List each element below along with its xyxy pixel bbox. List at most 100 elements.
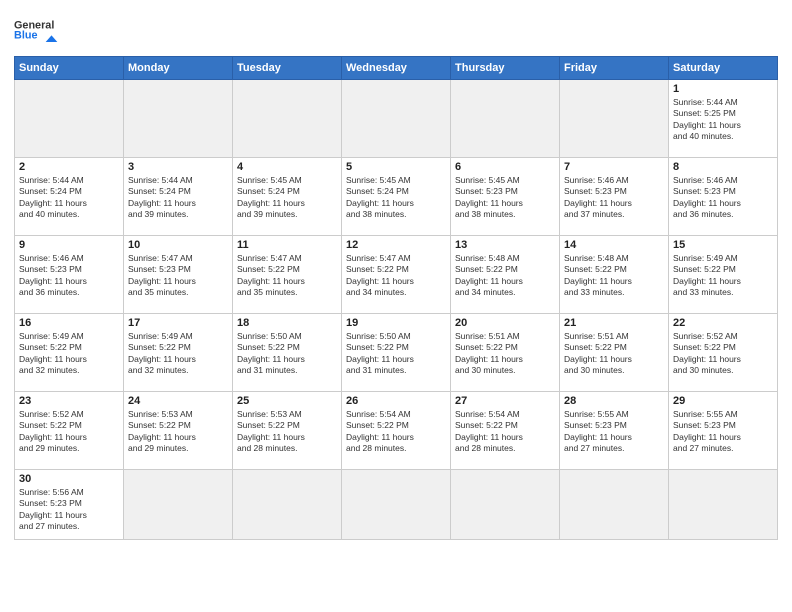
- header: General Blue: [14, 10, 778, 50]
- day-cell-1: 1 Sunrise: 5:44 AM Sunset: 5:25 PM Daylig…: [669, 80, 778, 158]
- day-number: 14: [564, 239, 664, 251]
- day-number: 7: [564, 161, 664, 173]
- day-info: Sunrise: 5:46 AM Sunset: 5:23 PM Dayligh…: [564, 175, 664, 221]
- day-number: 3: [128, 161, 228, 173]
- empty-cell: [342, 80, 451, 158]
- day-cell-13: 13 Sunrise: 5:48 AM Sunset: 5:22 PM Dayli…: [451, 236, 560, 314]
- day-info: Sunrise: 5:52 AM Sunset: 5:22 PM Dayligh…: [673, 331, 773, 377]
- day-number: 6: [455, 161, 555, 173]
- day-number: 29: [673, 395, 773, 407]
- day-info: Sunrise: 5:45 AM Sunset: 5:24 PM Dayligh…: [346, 175, 446, 221]
- day-number: 1: [673, 83, 773, 95]
- day-cell-3: 3 Sunrise: 5:44 AM Sunset: 5:24 PM Daylig…: [124, 158, 233, 236]
- day-cell-14: 14 Sunrise: 5:48 AM Sunset: 5:22 PM Dayli…: [560, 236, 669, 314]
- weekday-header-row: SundayMondayTuesdayWednesdayThursdayFrid…: [15, 57, 778, 80]
- day-number: 17: [128, 317, 228, 329]
- empty-cell: [124, 470, 233, 540]
- day-info: Sunrise: 5:47 AM Sunset: 5:23 PM Dayligh…: [128, 253, 228, 299]
- day-cell-22: 22Sunrise: 5:52 AM Sunset: 5:22 PM Dayli…: [669, 314, 778, 392]
- day-info: Sunrise: 5:51 AM Sunset: 5:22 PM Dayligh…: [564, 331, 664, 377]
- day-cell-16: 16 Sunrise: 5:49 AM Sunset: 5:22 PM Dayli…: [15, 314, 124, 392]
- svg-text:Blue: Blue: [14, 30, 37, 42]
- day-info: Sunrise: 5:48 AM Sunset: 5:22 PM Dayligh…: [455, 253, 555, 299]
- day-info: Sunrise: 5:45 AM Sunset: 5:24 PM Dayligh…: [237, 175, 337, 221]
- day-info: Sunrise: 5:53 AM Sunset: 5:22 PM Dayligh…: [128, 409, 228, 455]
- day-info: Sunrise: 5:51 AM Sunset: 5:22 PM Dayligh…: [455, 331, 555, 377]
- weekday-sunday: Sunday: [15, 57, 124, 80]
- day-number: 4: [237, 161, 337, 173]
- day-number: 24: [128, 395, 228, 407]
- day-cell-29: 29 Sunrise: 5:55 AM Sunset: 5:23 PM Dayli…: [669, 392, 778, 470]
- logo: General Blue: [14, 10, 64, 50]
- day-info: Sunrise: 5:55 AM Sunset: 5:23 PM Dayligh…: [673, 409, 773, 455]
- week-row-6: 30Sunrise: 5:56 AM Sunset: 5:23 PM Dayli…: [15, 470, 778, 540]
- day-cell-20: 20 Sunrise: 5:51 AM Sunset: 5:22 PM Dayli…: [451, 314, 560, 392]
- weekday-saturday: Saturday: [669, 57, 778, 80]
- day-number: 10: [128, 239, 228, 251]
- day-info: Sunrise: 5:49 AM Sunset: 5:22 PM Dayligh…: [673, 253, 773, 299]
- week-row-3: 9 Sunrise: 5:46 AM Sunset: 5:23 PM Daylig…: [15, 236, 778, 314]
- weekday-thursday: Thursday: [451, 57, 560, 80]
- day-cell-17: 17 Sunrise: 5:49 AM Sunset: 5:22 PM Dayli…: [124, 314, 233, 392]
- day-number: 13: [455, 239, 555, 251]
- day-cell-7: 7 Sunrise: 5:46 AM Sunset: 5:23 PM Daylig…: [560, 158, 669, 236]
- day-info: Sunrise: 5:45 AM Sunset: 5:23 PM Dayligh…: [455, 175, 555, 221]
- day-number: 23: [19, 395, 119, 407]
- week-row-4: 16 Sunrise: 5:49 AM Sunset: 5:22 PM Dayli…: [15, 314, 778, 392]
- day-cell-26: 26 Sunrise: 5:54 AM Sunset: 5:22 PM Dayli…: [342, 392, 451, 470]
- empty-cell: [233, 80, 342, 158]
- day-number: 18: [237, 317, 337, 329]
- day-info: Sunrise: 5:47 AM Sunset: 5:22 PM Dayligh…: [346, 253, 446, 299]
- logo-icon: General Blue: [14, 14, 64, 50]
- week-row-5: 23 Sunrise: 5:52 AM Sunset: 5:22 PM Dayli…: [15, 392, 778, 470]
- page: General Blue SundayMondayTuesdayWednesda…: [0, 0, 792, 612]
- empty-cell: [451, 470, 560, 540]
- day-info: Sunrise: 5:46 AM Sunset: 5:23 PM Dayligh…: [19, 253, 119, 299]
- day-cell-25: 25Sunrise: 5:53 AM Sunset: 5:22 PM Dayli…: [233, 392, 342, 470]
- day-number: 21: [564, 317, 664, 329]
- day-number: 26: [346, 395, 446, 407]
- day-info: Sunrise: 5:52 AM Sunset: 5:22 PM Dayligh…: [19, 409, 119, 455]
- day-cell-12: 12Sunrise: 5:47 AM Sunset: 5:22 PM Dayli…: [342, 236, 451, 314]
- day-cell-2: 2 Sunrise: 5:44 AM Sunset: 5:24 PM Daylig…: [15, 158, 124, 236]
- empty-cell: [124, 80, 233, 158]
- day-cell-9: 9 Sunrise: 5:46 AM Sunset: 5:23 PM Daylig…: [15, 236, 124, 314]
- day-cell-27: 27Sunrise: 5:54 AM Sunset: 5:22 PM Dayli…: [451, 392, 560, 470]
- day-info: Sunrise: 5:50 AM Sunset: 5:22 PM Dayligh…: [237, 331, 337, 377]
- day-cell-19: 19 Sunrise: 5:50 AM Sunset: 5:22 PM Dayli…: [342, 314, 451, 392]
- weekday-friday: Friday: [560, 57, 669, 80]
- empty-cell: [15, 80, 124, 158]
- empty-cell: [451, 80, 560, 158]
- day-info: Sunrise: 5:48 AM Sunset: 5:22 PM Dayligh…: [564, 253, 664, 299]
- day-number: 5: [346, 161, 446, 173]
- day-cell-4: 4 Sunrise: 5:45 AM Sunset: 5:24 PM Daylig…: [233, 158, 342, 236]
- day-info: Sunrise: 5:54 AM Sunset: 5:22 PM Dayligh…: [455, 409, 555, 455]
- day-number: 15: [673, 239, 773, 251]
- day-number: 20: [455, 317, 555, 329]
- day-info: Sunrise: 5:46 AM Sunset: 5:23 PM Dayligh…: [673, 175, 773, 221]
- day-info: Sunrise: 5:44 AM Sunset: 5:25 PM Dayligh…: [673, 97, 773, 143]
- day-cell-28: 28Sunrise: 5:55 AM Sunset: 5:23 PM Dayli…: [560, 392, 669, 470]
- day-number: 11: [237, 239, 337, 251]
- day-cell-23: 23 Sunrise: 5:52 AM Sunset: 5:22 PM Dayli…: [15, 392, 124, 470]
- day-info: Sunrise: 5:44 AM Sunset: 5:24 PM Dayligh…: [128, 175, 228, 221]
- day-info: Sunrise: 5:50 AM Sunset: 5:22 PM Dayligh…: [346, 331, 446, 377]
- day-number: 16: [19, 317, 119, 329]
- day-info: Sunrise: 5:49 AM Sunset: 5:22 PM Dayligh…: [19, 331, 119, 377]
- day-info: Sunrise: 5:54 AM Sunset: 5:22 PM Dayligh…: [346, 409, 446, 455]
- day-info: Sunrise: 5:53 AM Sunset: 5:22 PM Dayligh…: [237, 409, 337, 455]
- day-number: 9: [19, 239, 119, 251]
- day-info: Sunrise: 5:56 AM Sunset: 5:23 PM Dayligh…: [19, 487, 119, 533]
- weekday-monday: Monday: [124, 57, 233, 80]
- empty-cell: [233, 470, 342, 540]
- day-number: 8: [673, 161, 773, 173]
- day-number: 19: [346, 317, 446, 329]
- day-info: Sunrise: 5:49 AM Sunset: 5:22 PM Dayligh…: [128, 331, 228, 377]
- day-info: Sunrise: 5:44 AM Sunset: 5:24 PM Dayligh…: [19, 175, 119, 221]
- day-number: 2: [19, 161, 119, 173]
- day-info: Sunrise: 5:47 AM Sunset: 5:22 PM Dayligh…: [237, 253, 337, 299]
- week-row-2: 2 Sunrise: 5:44 AM Sunset: 5:24 PM Daylig…: [15, 158, 778, 236]
- day-cell-18: 18 Sunrise: 5:50 AM Sunset: 5:22 PM Dayli…: [233, 314, 342, 392]
- empty-cell: [342, 470, 451, 540]
- empty-cell: [669, 470, 778, 540]
